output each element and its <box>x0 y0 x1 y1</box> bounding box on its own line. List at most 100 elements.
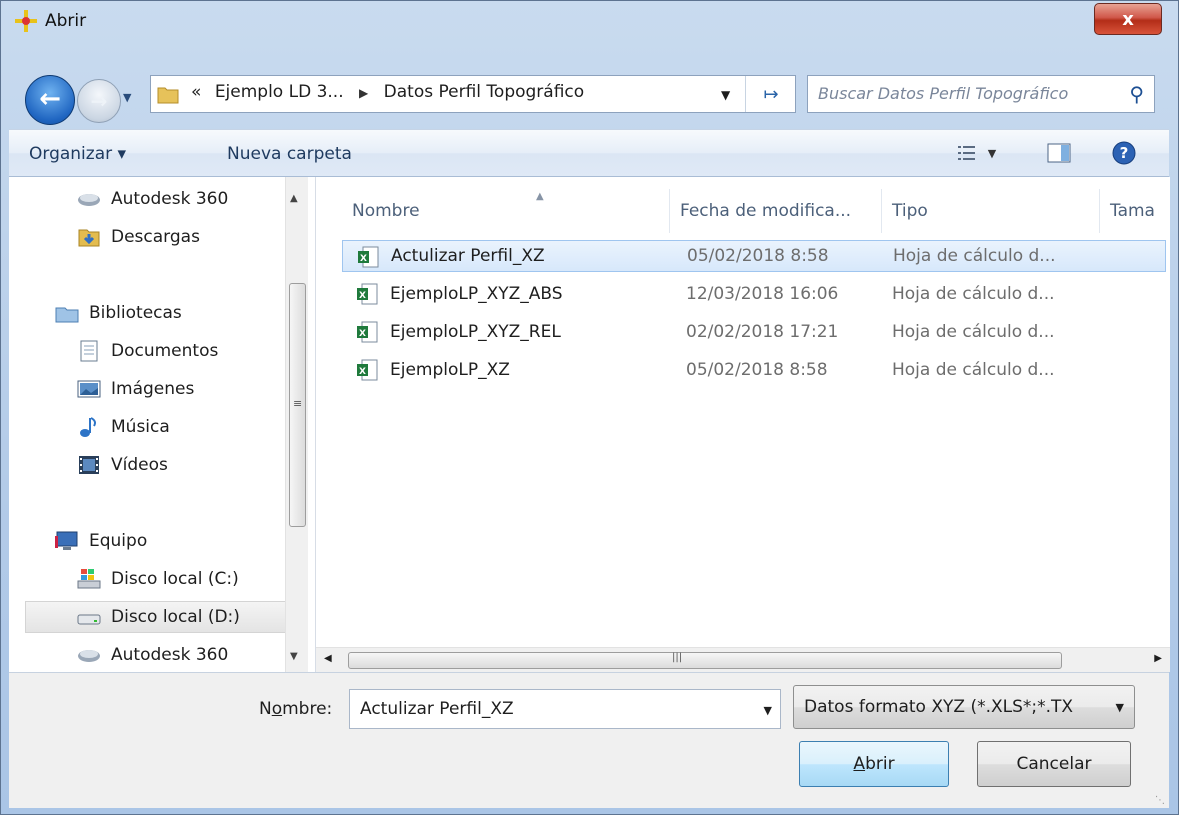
file-row[interactable]: X EjemploLP_XYZ_REL 02/02/2018 17:21 Hoj… <box>342 316 1166 348</box>
cloud-icon <box>78 194 100 206</box>
recent-locations-dropdown[interactable]: ▼ <box>123 91 137 105</box>
search-placeholder: Buscar Datos Perfil Topográfico <box>818 84 1069 103</box>
svg-text:X: X <box>359 291 366 301</box>
scroll-down-arrow[interactable]: ▼ <box>290 651 298 662</box>
file-type-value: Datos formato XYZ (*.XLS*;*.TX <box>804 697 1074 717</box>
drive-icon <box>77 614 101 625</box>
videos-icon <box>79 456 99 474</box>
details-view-icon <box>957 146 975 160</box>
nav-item-label: Vídeos <box>111 455 168 475</box>
folder-icon <box>157 87 179 104</box>
libraries-icon <box>55 307 79 323</box>
app-icon <box>15 10 37 32</box>
scroll-right-arrow[interactable]: ▶ <box>1154 653 1162 664</box>
downloads-folder-icon <box>78 229 100 247</box>
file-type: Hoja de cálculo d... <box>893 246 1056 266</box>
nav-item-label: Autodesk 360 <box>111 645 229 665</box>
breadcrumb-overflow[interactable]: « <box>191 82 201 102</box>
breadcrumb-item[interactable]: Ejemplo LD 3... <box>215 82 344 102</box>
close-icon: x <box>1122 8 1134 30</box>
open-button[interactable]: Abrir <box>799 741 949 787</box>
open-dialog: Abrir x ← → ▼ « Ejemplo LD 3... ▶ Datos … <box>0 0 1179 815</box>
vertical-scrollbar[interactable]: ▲ ≡ ▼ <box>285 177 308 672</box>
file-type-select[interactable]: Datos formato XYZ (*.XLS*;*.TX ▼ <box>793 685 1135 729</box>
scroll-up-arrow[interactable]: ▲ <box>290 193 298 204</box>
chevron-down-icon: ▼ <box>1115 701 1124 714</box>
excel-file-icon: X <box>357 359 378 381</box>
music-icon <box>80 417 96 437</box>
computer-icon <box>55 531 78 550</box>
close-button[interactable]: x <box>1094 3 1162 35</box>
nav-item-label: Disco local (D:) <box>111 607 240 627</box>
grip-icon: ≡ <box>293 397 303 410</box>
file-name: EjemploLP_XZ <box>390 360 510 380</box>
file-row[interactable]: X Actulizar Perfil_XZ 05/02/2018 8:58 Ho… <box>342 240 1166 272</box>
svg-text:X: X <box>359 367 366 377</box>
help-button[interactable]: ? <box>1109 140 1139 166</box>
svg-text:X: X <box>360 254 367 264</box>
file-name-label: Nombre: <box>259 699 333 719</box>
scrollbar-thumb[interactable] <box>348 652 1062 669</box>
column-header-type[interactable]: Tipo <box>882 189 1100 233</box>
file-type: Hoja de cálculo d... <box>892 284 1055 304</box>
file-name-value: Actulizar Perfil_XZ <box>360 699 514 719</box>
file-name: EjemploLP_XYZ_ABS <box>390 284 563 304</box>
back-button[interactable]: ← <box>25 75 75 125</box>
arrow-left-icon: ← <box>39 83 61 114</box>
nav-item-libraries[interactable]: Bibliotecas <box>9 297 331 329</box>
file-name: EjemploLP_XYZ_REL <box>390 322 561 342</box>
column-header-name[interactable]: Nombre <box>342 189 670 233</box>
nav-item-disk-d[interactable]: Disco local (D:) <box>25 601 299 633</box>
title-bar[interactable]: Abrir x <box>1 1 1178 39</box>
excel-file-icon: X <box>357 321 378 343</box>
column-header-size[interactable]: Tama <box>1100 189 1170 233</box>
address-bar[interactable]: « Ejemplo LD 3... ▶ Datos Perfil Topográ… <box>150 75 796 113</box>
breadcrumb-item[interactable]: Datos Perfil Topográfico <box>384 82 585 102</box>
system-drive-icon <box>77 569 101 589</box>
chevron-down-icon[interactable]: ▼ <box>721 88 730 102</box>
file-list[interactable]: ▲ Nombre Fecha de modifica... Tipo Tama … <box>315 177 1170 672</box>
preview-pane-button[interactable] <box>1043 140 1075 166</box>
search-icon[interactable]: ⚲ <box>1129 82 1144 106</box>
file-date: 12/03/2018 16:06 <box>686 284 839 304</box>
scroll-left-arrow[interactable]: ◀ <box>324 653 332 664</box>
view-options-button[interactable]: ▼ <box>945 140 1009 166</box>
nav-item-computer[interactable]: Equipo <box>9 525 331 557</box>
svg-text:X: X <box>359 329 366 339</box>
excel-file-icon: X <box>357 283 378 305</box>
chevron-right-icon[interactable]: ▶ <box>359 86 368 100</box>
forward-button[interactable]: → <box>77 79 121 123</box>
breadcrumb[interactable]: « Ejemplo LD 3... ▶ Datos Perfil Topográ… <box>191 82 584 102</box>
organize-button[interactable]: Organizar ▾ <box>29 144 126 164</box>
file-name-input[interactable]: Actulizar Perfil_XZ ▼ <box>349 689 781 729</box>
nav-item-label: Autodesk 360 <box>111 189 229 209</box>
help-icon: ? <box>1112 141 1136 165</box>
nav-item-label: Equipo <box>89 531 148 551</box>
window-title: Abrir <box>45 11 87 31</box>
nav-item-label: Bibliotecas <box>89 303 182 323</box>
new-folder-button[interactable]: Nueva carpeta <box>227 144 352 164</box>
resize-grip-icon[interactable]: ⋱ <box>1155 795 1165 806</box>
horizontal-scrollbar[interactable]: ◀ ||| ▶ <box>316 647 1170 672</box>
command-bar: Organizar ▾ Nueva carpeta ▼ ? <box>9 129 1169 177</box>
navigation-pane[interactable]: Autodesk 360 Descargas Bibliotecas Docum… <box>9 177 308 672</box>
search-box[interactable]: Buscar Datos Perfil Topográfico ⚲ <box>807 75 1155 113</box>
nav-item-label: Documentos <box>111 341 219 361</box>
nav-item-label: Descargas <box>111 227 200 247</box>
column-header-date[interactable]: Fecha de modifica... <box>670 189 882 233</box>
excel-file-icon: X <box>358 246 379 268</box>
refresh-button[interactable]: ↦ <box>745 76 796 112</box>
file-date: 05/02/2018 8:58 <box>687 246 829 266</box>
file-type: Hoja de cálculo d... <box>892 360 1055 380</box>
file-row[interactable]: X EjemploLP_XZ 05/02/2018 8:58 Hoja de c… <box>342 354 1166 386</box>
svg-text:?: ? <box>1120 144 1129 162</box>
content-area: Autodesk 360 Descargas Bibliotecas Docum… <box>9 177 1170 673</box>
nav-item-label: Música <box>111 417 170 437</box>
documents-icon <box>80 340 98 362</box>
cancel-button[interactable]: Cancelar <box>977 741 1131 787</box>
arrow-right-icon: → <box>90 89 108 113</box>
file-row[interactable]: X EjemploLP_XYZ_ABS 12/03/2018 16:06 Hoj… <box>342 278 1166 310</box>
chevron-down-icon[interactable]: ▼ <box>764 704 772 717</box>
nav-item-label: Disco local (C:) <box>111 569 239 589</box>
file-date: 05/02/2018 8:58 <box>686 360 828 380</box>
